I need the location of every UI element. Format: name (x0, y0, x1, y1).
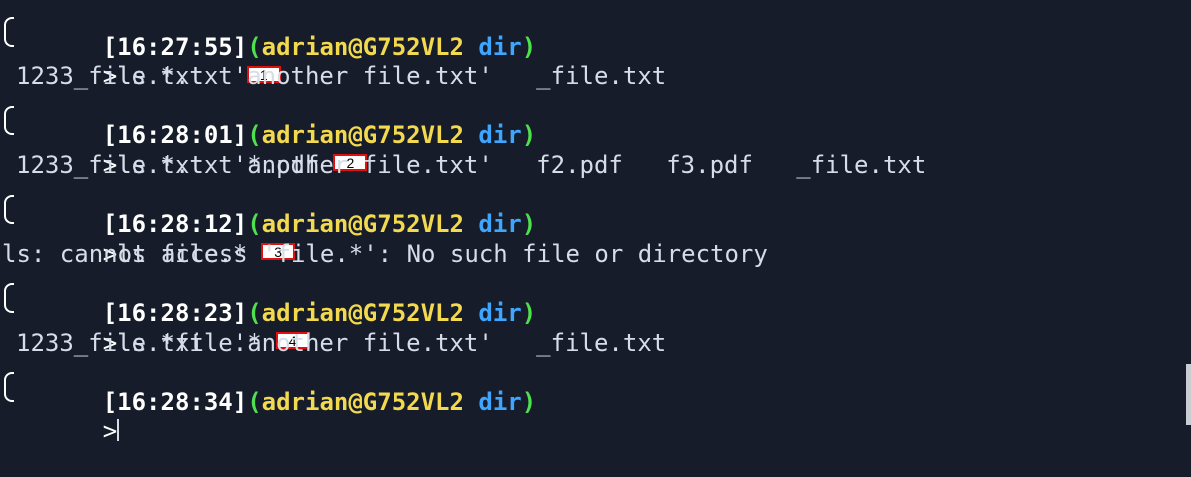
prompt-corner-bottom (4, 32, 14, 47)
prompt-corner-top (4, 105, 14, 122)
prompt-corner-bottom (4, 210, 14, 225)
command-line-2: >ls *.txt *.pdf 2 (0, 121, 1191, 179)
prompt-block-1: [16:27:55](adrian@G752VL2 dir) >ls *.txt… (0, 3, 1191, 92)
prompt-block-3: [16:28:12](adrian@G752VL2 dir) >ls file.… (0, 181, 1191, 270)
command-line-3: >ls file.* 3 (0, 210, 1191, 268)
command-line-1: >ls *.txt 1 (0, 32, 1191, 90)
prompt-line-2: [16:28:01](adrian@G752VL2 dir) (0, 92, 1191, 149)
prompt-block-4: [16:28:23](adrian@G752VL2 dir) >ls *file… (0, 269, 1191, 358)
prompt-block-2: [16:28:01](adrian@G752VL2 dir) >ls *.txt… (0, 92, 1191, 181)
command-line-4: >ls *file.* 4 (0, 298, 1191, 357)
prompt-corner-top (4, 17, 14, 33)
terminal-window[interactable]: [16:27:55](adrian@G752VL2 dir) >ls *.txt… (0, 0, 1191, 445)
text-cursor (117, 419, 120, 442)
command-output-4: 1233_file.txt 'another file.txt' _file.t… (16, 328, 667, 357)
command-error-output-3: ls: cannot access 'file.*': No such file… (2, 239, 768, 268)
prompt-line-1: [16:27:55](adrian@G752VL2 dir) (0, 3, 1191, 61)
prompt-corner-top (4, 194, 14, 211)
command-output-1: 1233_file.txt 'another file.txt' _file.t… (16, 62, 667, 91)
prompt-corner-bottom (4, 121, 14, 136)
vertical-scrollbar[interactable] (1186, 364, 1191, 425)
prompt-block-5: [16:28:34](adrian@G752VL2 dir) > (0, 358, 1191, 445)
prompt-corner-bottom (4, 298, 14, 313)
prompt-line-5: [16:28:34](adrian@G752VL2 dir) (0, 358, 1191, 416)
command-input-line[interactable]: > (0, 387, 1191, 445)
prompt-corner-bottom (4, 387, 14, 402)
prompt-line-3: [16:28:12](adrian@G752VL2 dir) (0, 181, 1191, 238)
command-output-2: 1233_file.txt 'another file.txt' f2.pdf … (16, 150, 927, 179)
prompt-arrow-icon: > (102, 417, 118, 446)
prompt-corner-top (4, 372, 14, 389)
prompt-corner-top (4, 283, 14, 300)
prompt-line-4: [16:28:23](adrian@G752VL2 dir) (0, 269, 1191, 327)
